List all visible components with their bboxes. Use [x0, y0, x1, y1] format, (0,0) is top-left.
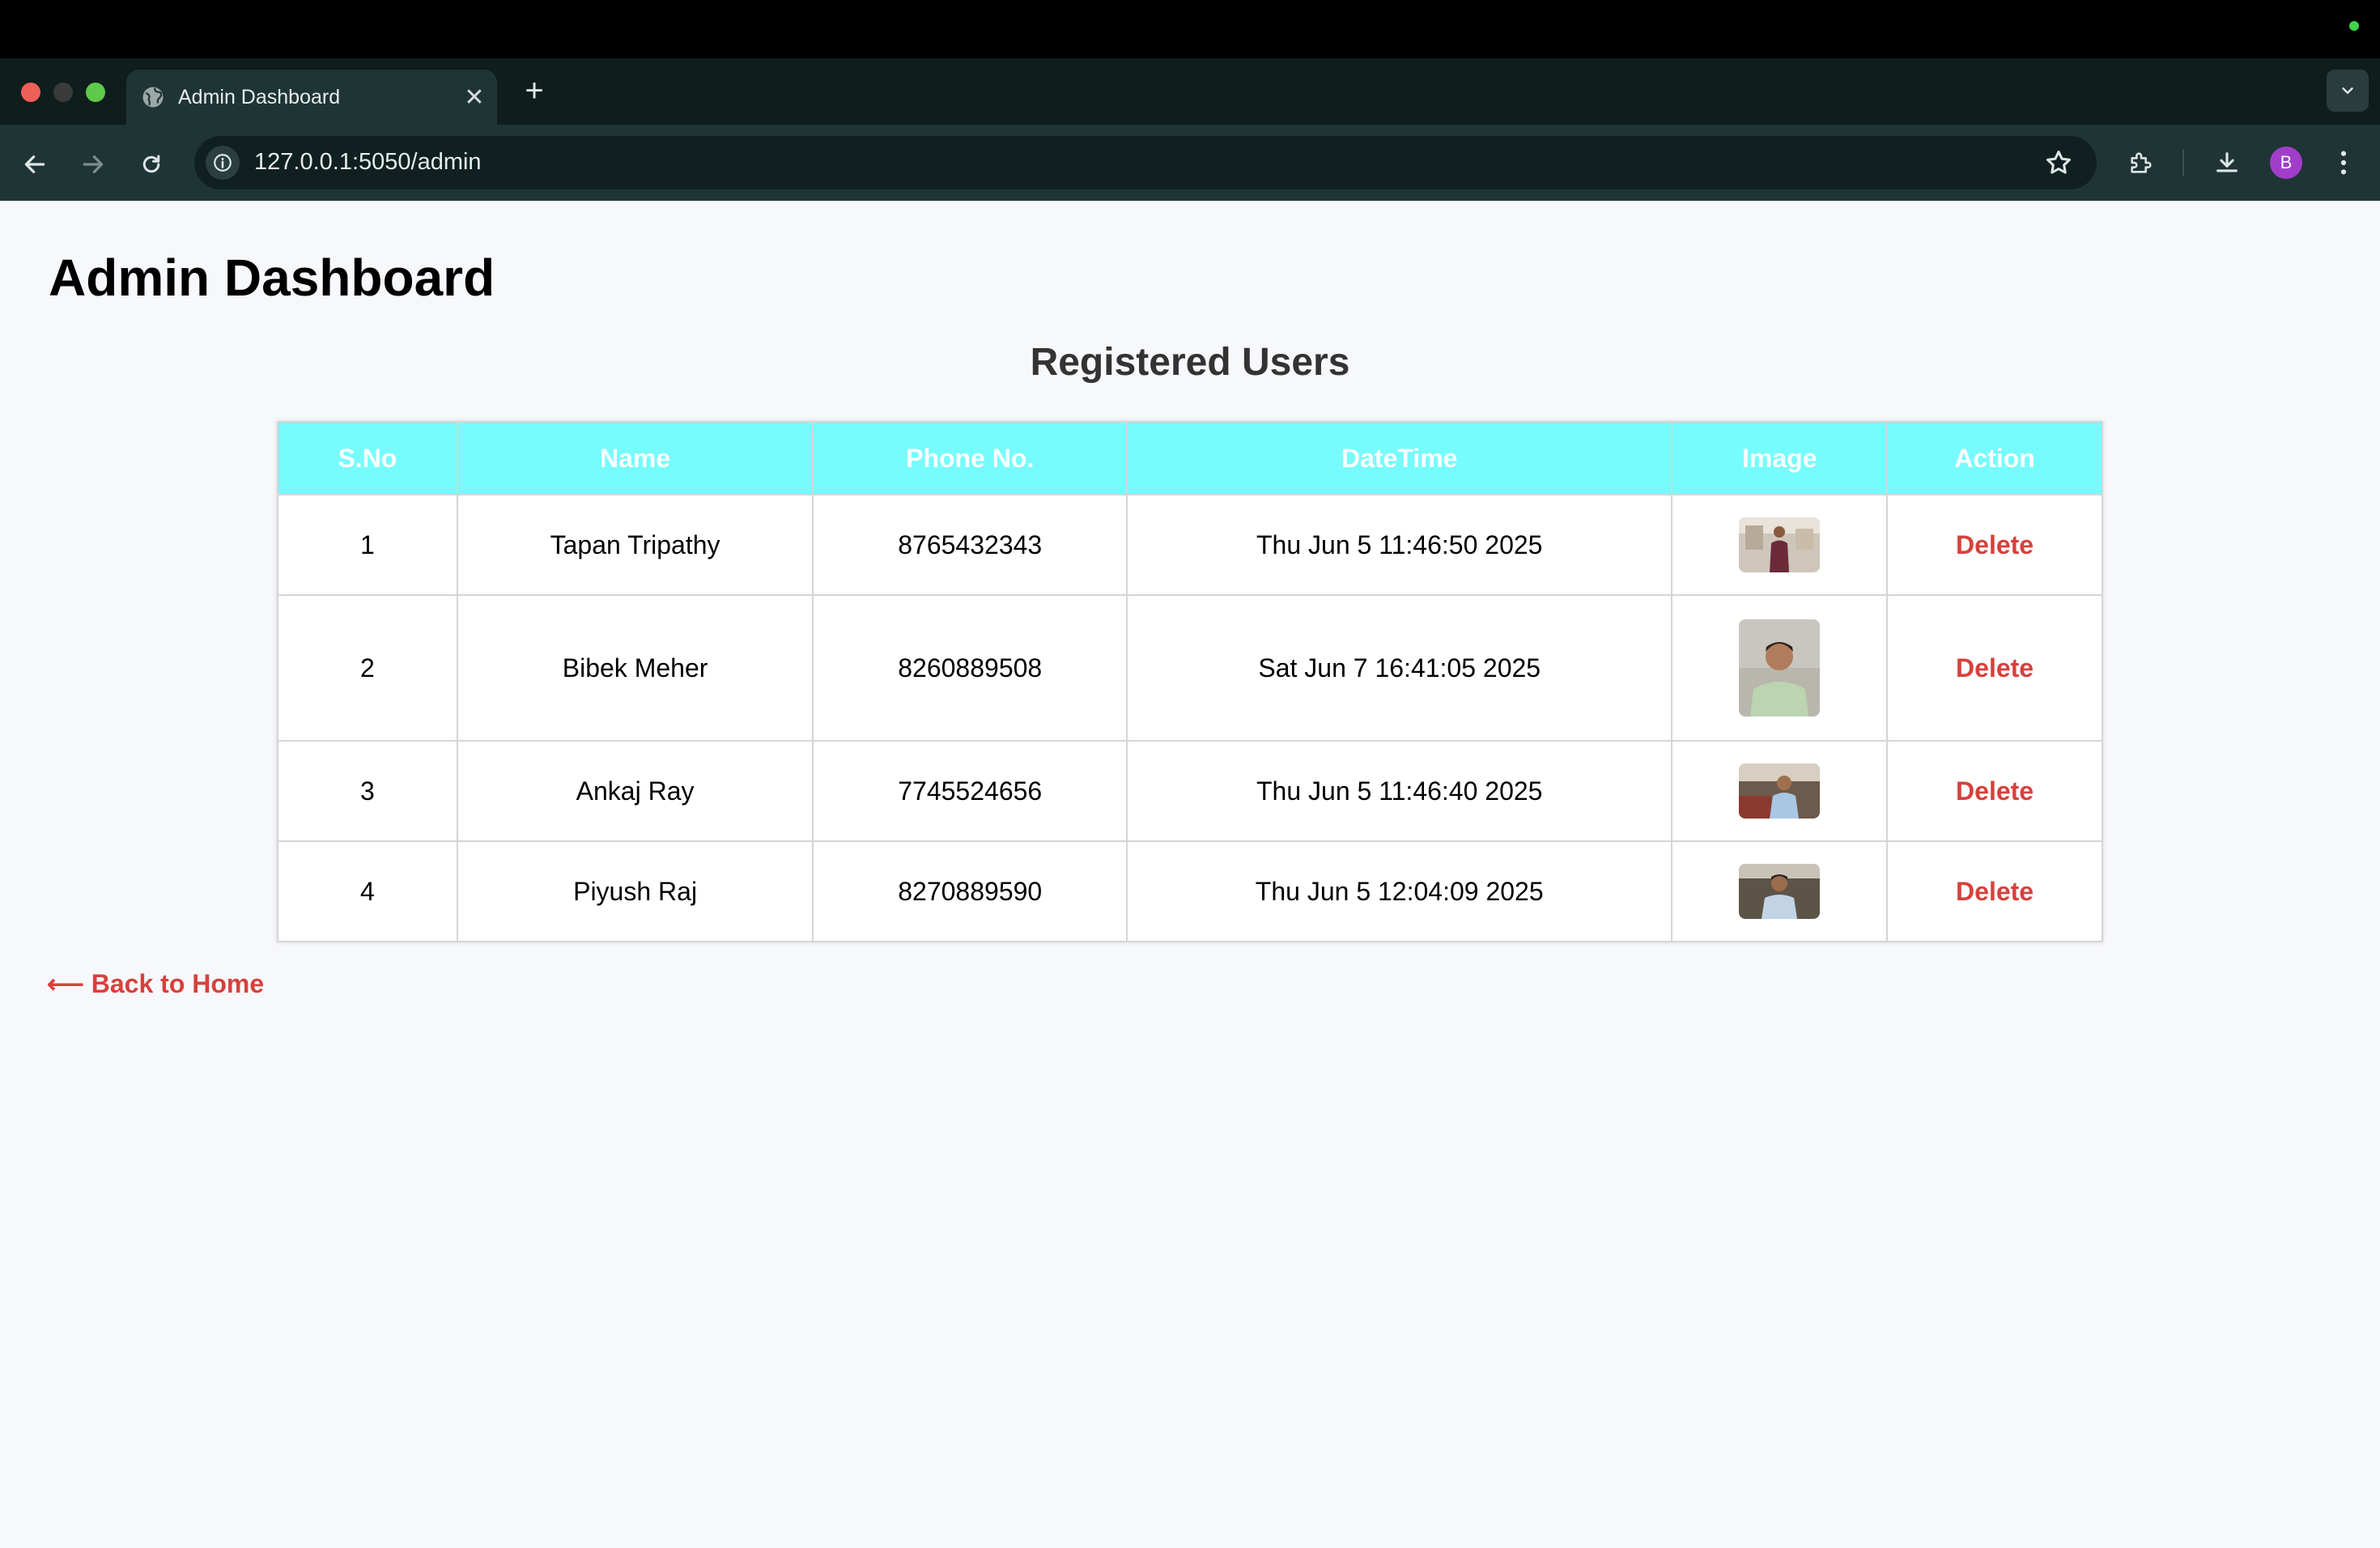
tab-admin-dashboard[interactable]: Admin Dashboard ✕ — [126, 70, 497, 125]
table-row: 4 Piyush Raj 8270889590 Thu Jun 5 12:04:… — [277, 840, 2103, 942]
tab-title: Admin Dashboard — [178, 85, 341, 108]
cell-image — [1671, 594, 1889, 742]
extensions-button[interactable] — [2121, 142, 2161, 183]
cell-datetime: Thu Jun 5 12:04:09 2025 — [1126, 840, 1673, 942]
cell-sno: 2 — [277, 594, 458, 742]
browser-menu-button[interactable] — [2323, 142, 2364, 183]
section-title: Registered Users — [1030, 341, 1350, 384]
column-header-sno: S.No — [277, 421, 458, 495]
column-header-image: Image — [1671, 421, 1889, 495]
users-table: S.No Name Phone No. DateTime Image Actio… — [277, 421, 2103, 942]
tab-search-button[interactable] — [2327, 70, 2369, 112]
table-row: 2 Bibek Meher 8260889508 Sat Jun 7 16:41… — [277, 594, 2103, 742]
globe-icon — [142, 87, 164, 108]
delete-button[interactable]: Delete — [1956, 776, 2034, 806]
cell-datetime: Thu Jun 5 11:46:40 2025 — [1126, 740, 1673, 842]
window-minimize-button[interactable] — [53, 83, 73, 102]
cell-image — [1671, 740, 1889, 842]
info-icon — [214, 154, 232, 172]
url-text[interactable]: 127.0.0.1:5050/admin — [254, 149, 482, 176]
table-header-row: S.No Name Phone No. DateTime Image Actio… — [277, 421, 2103, 495]
cell-sno: 4 — [277, 840, 458, 942]
column-header-datetime: DateTime — [1126, 421, 1673, 495]
cell-phone: 8260889508 — [812, 594, 1128, 742]
cell-name: Piyush Raj — [456, 840, 814, 942]
cell-action: Delete — [1886, 740, 2103, 842]
column-header-action: Action — [1886, 421, 2103, 495]
back-to-home-link[interactable]: ⟵ Back to Home — [47, 968, 264, 999]
extensions-icon — [2131, 152, 2152, 173]
user-photo[interactable] — [1739, 517, 1821, 572]
cell-image — [1671, 494, 1889, 596]
cell-name: Bibek Meher — [456, 594, 814, 742]
cell-name: Ankaj Ray — [456, 740, 814, 842]
cell-name: Tapan Tripathy — [456, 494, 814, 596]
cell-action: Delete — [1886, 840, 2103, 942]
user-photo[interactable] — [1739, 763, 1821, 819]
address-bar[interactable]: 127.0.0.1:5050/admin — [194, 136, 2097, 189]
table-row: 1 Tapan Tripathy 8765432343 Thu Jun 5 11… — [277, 494, 2103, 596]
cell-datetime: Sat Jun 7 16:41:05 2025 — [1126, 594, 1673, 742]
plus-icon[interactable]: + — [518, 73, 550, 108]
cell-sno: 1 — [277, 494, 458, 596]
downloads-button[interactable] — [2207, 142, 2247, 183]
cell-sno: 3 — [277, 740, 458, 842]
forward-arrow-icon — [83, 155, 104, 173]
download-icon — [2216, 152, 2238, 172]
toolbar-separator — [2182, 149, 2184, 176]
table-row: 3 Ankaj Ray 7745524656 Thu Jun 5 11:46:4… — [277, 740, 2103, 842]
window-close-button[interactable] — [21, 83, 40, 102]
column-header-phone: Phone No. — [812, 421, 1128, 495]
window-zoom-button[interactable] — [86, 83, 105, 102]
page-title: Admin Dashboard — [49, 249, 495, 307]
forward-button[interactable] — [74, 146, 112, 183]
back-button[interactable] — [16, 146, 53, 183]
column-header-name: Name — [456, 421, 814, 495]
cell-action: Delete — [1886, 594, 2103, 742]
star-icon[interactable] — [2043, 147, 2074, 178]
delete-button[interactable]: Delete — [1956, 877, 2034, 906]
delete-button[interactable]: Delete — [1956, 653, 2034, 683]
cell-action: Delete — [1886, 494, 2103, 596]
chevron-down-icon — [2342, 87, 2353, 95]
cell-phone: 7745524656 — [812, 740, 1128, 842]
back-arrow-icon — [24, 155, 45, 173]
site-info-button[interactable] — [206, 146, 240, 180]
system-menubar — [0, 0, 2380, 58]
cell-image — [1671, 840, 1889, 942]
reload-button[interactable] — [133, 146, 170, 183]
close-icon[interactable]: ✕ — [458, 83, 491, 112]
cell-datetime: Thu Jun 5 11:46:50 2025 — [1126, 494, 1673, 596]
cell-phone: 8765432343 — [812, 494, 1128, 596]
user-photo[interactable] — [1739, 864, 1821, 919]
user-photo[interactable] — [1739, 619, 1821, 717]
reload-icon — [142, 155, 160, 173]
delete-button[interactable]: Delete — [1956, 530, 2034, 559]
kebab-menu-icon — [2340, 151, 2347, 175]
cell-phone: 8270889590 — [812, 840, 1128, 942]
status-dot-icon — [2349, 21, 2359, 31]
profile-avatar[interactable]: B — [2270, 147, 2302, 179]
